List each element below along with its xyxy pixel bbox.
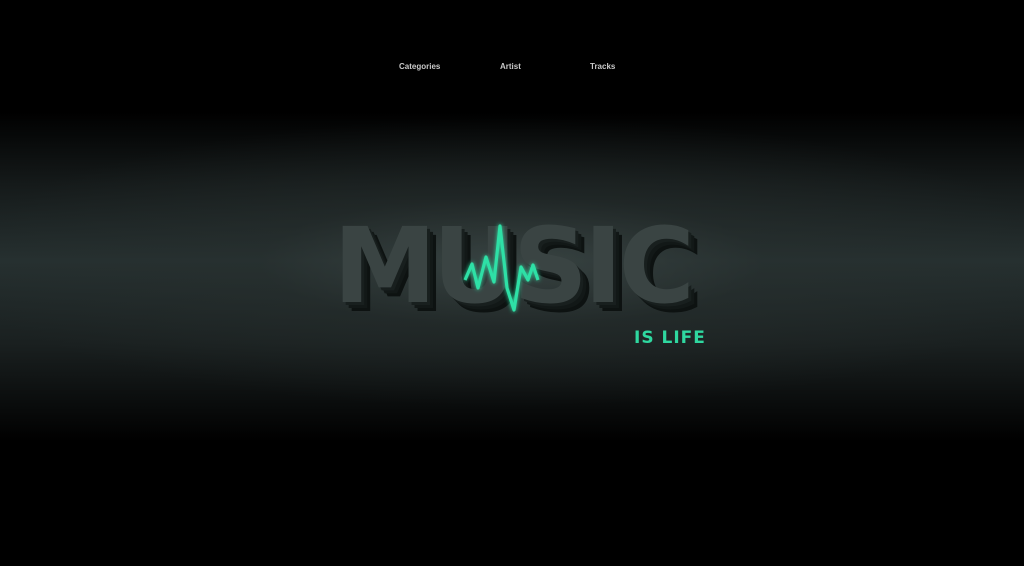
hero-tagline: IS LIFE xyxy=(634,328,706,348)
nav-link-categories[interactable]: Categories xyxy=(399,62,440,71)
hero-banner: MUSIC MUSIC MUSIC MUSIC IS LIFE xyxy=(0,112,1024,442)
hero-graphic: MUSIC MUSIC MUSIC MUSIC IS LIFE xyxy=(150,205,870,348)
page: Categories Artist Tracks MUSIC MUSIC MUS… xyxy=(0,0,1024,566)
top-navigation: Categories Artist Tracks xyxy=(0,62,1024,76)
nav-link-tracks[interactable]: Tracks xyxy=(590,62,615,71)
nav-link-artist[interactable]: Artist xyxy=(500,62,521,71)
